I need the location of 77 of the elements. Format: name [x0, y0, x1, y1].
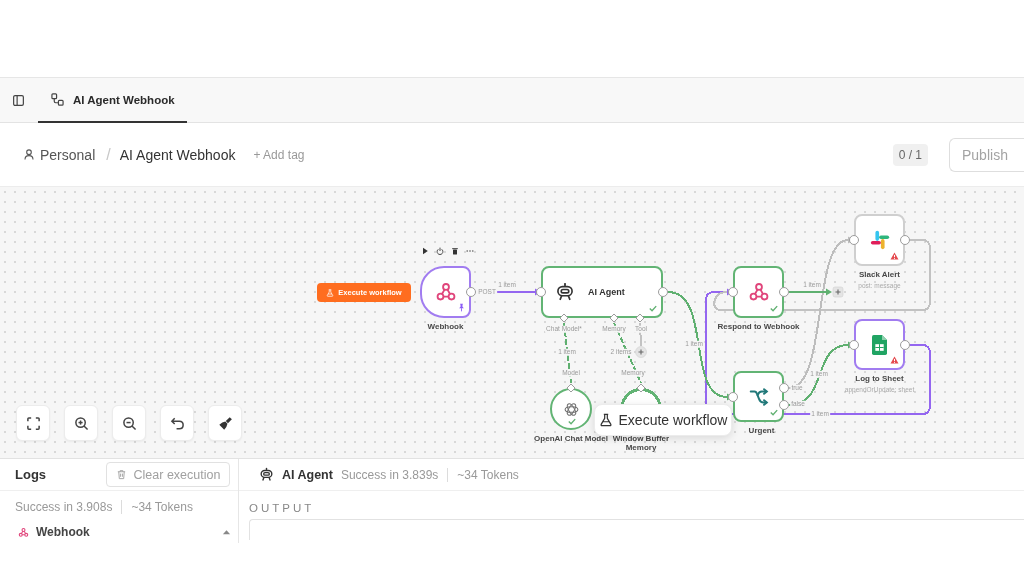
- node-label: AI Agent: [588, 287, 625, 297]
- version-badge: 0 / 1: [892, 143, 928, 166]
- node-label: OpenAI Chat Model: [534, 434, 608, 444]
- webhook-icon: [434, 281, 457, 303]
- connection-handle[interactable]: [900, 235, 910, 245]
- trash-icon[interactable]: [451, 247, 459, 255]
- workflow-node[interactable]: AI Agent: [541, 266, 663, 318]
- add-node-button[interactable]: [635, 346, 647, 358]
- webhook-icon: [18, 526, 29, 538]
- undo-button[interactable]: [160, 405, 194, 441]
- workflow-node[interactable]: [733, 266, 784, 318]
- token-count: ~34 Tokens: [457, 467, 519, 482]
- plus-icon: [834, 288, 842, 296]
- connection-handle[interactable]: [566, 383, 576, 393]
- node-title: AI Agent: [282, 467, 333, 482]
- connection-handle[interactable]: [849, 340, 859, 350]
- connection-handle[interactable]: [536, 287, 546, 297]
- node-label: Log to Sheet: [855, 374, 904, 384]
- connection-handle[interactable]: [609, 313, 619, 323]
- workflow-name[interactable]: AI Agent Webhook: [119, 146, 236, 163]
- knot-icon: [562, 400, 580, 418]
- trash-icon: [115, 469, 127, 480]
- run-status: Success in 3.839s: [340, 467, 439, 482]
- branch-arrows-icon: [747, 385, 770, 408]
- connection-handle[interactable]: [849, 235, 859, 245]
- zoom-out-button[interactable]: [112, 405, 146, 441]
- plus-icon: [637, 348, 645, 356]
- robot-icon: [259, 467, 274, 482]
- add-node-button[interactable]: [832, 286, 844, 298]
- zoom-in-icon: [73, 415, 89, 431]
- workflow-node[interactable]: [550, 388, 592, 430]
- node-label: Window Buffer Memory: [611, 434, 671, 453]
- workflow-node[interactable]: [854, 319, 905, 370]
- zoom-in-button[interactable]: [64, 405, 98, 441]
- node-label: Urgent: [748, 426, 775, 436]
- run-status: Success in 3.908s: [15, 500, 113, 514]
- power-icon[interactable]: [436, 247, 444, 255]
- panel-title: Logs: [15, 467, 47, 482]
- robot-icon: [555, 282, 575, 302]
- hash-logo-icon: [868, 229, 891, 251]
- tab[interactable]: AI Agent Webhook: [38, 78, 187, 123]
- node-label: Webhook: [427, 322, 464, 332]
- connection-handle[interactable]: [728, 392, 738, 402]
- token-count: ~34 Tokens: [131, 500, 193, 514]
- connection-handle[interactable]: [658, 287, 668, 297]
- fullscreen-icon: [25, 415, 41, 431]
- section-heading: OUTPUT: [248, 501, 316, 515]
- caret-up-icon[interactable]: [222, 529, 231, 535]
- node-label: Respond to Webhook: [717, 322, 800, 332]
- workflow-node[interactable]: [854, 214, 905, 266]
- connection-handle[interactable]: [635, 313, 645, 323]
- connection-handle[interactable]: [466, 287, 476, 297]
- node-label: Slack Alert: [858, 270, 901, 280]
- breadcrumb-separator: /: [106, 145, 111, 164]
- connection-handle[interactable]: [779, 287, 789, 297]
- connection-handle[interactable]: [559, 313, 569, 323]
- more-icon[interactable]: [466, 247, 474, 255]
- connection-handle[interactable]: [636, 383, 646, 393]
- zoom-out-icon: [121, 415, 137, 431]
- spreadsheet-icon: [872, 334, 887, 355]
- log-entry[interactable]: Webhook: [0, 523, 238, 541]
- workflow-icon: [51, 93, 64, 106]
- breadcrumb-link[interactable]: Personal: [24, 146, 96, 163]
- broom-icon: [217, 415, 233, 431]
- tidy-up-button[interactable]: [208, 405, 242, 441]
- undo-icon: [169, 415, 185, 431]
- workflow-node[interactable]: [420, 266, 471, 318]
- sidebar-toggle-icon[interactable]: [13, 94, 24, 106]
- fit-view-button[interactable]: [16, 405, 50, 441]
- play-icon[interactable]: [421, 247, 429, 255]
- connection-handle[interactable]: [900, 340, 910, 350]
- flask-icon: [326, 288, 335, 297]
- connection-handle[interactable]: [728, 287, 738, 297]
- workflow-node[interactable]: [733, 371, 784, 422]
- flask-icon: [598, 413, 613, 427]
- user-icon: [24, 149, 34, 160]
- webhook-icon: [747, 281, 770, 303]
